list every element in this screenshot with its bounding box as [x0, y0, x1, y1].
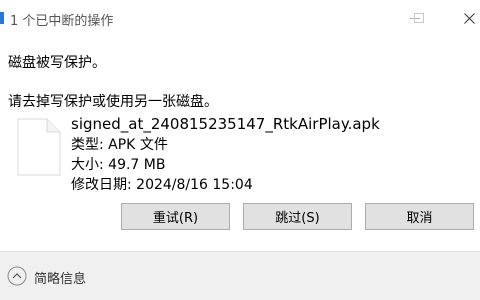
error-message: 磁盘被写保护。	[8, 55, 106, 71]
file-size: 大小: 49.7 MB	[71, 157, 166, 173]
close-icon	[463, 12, 475, 24]
footer-bar: 简略信息	[0, 251, 480, 300]
fewer-details-toggle[interactable]: 简略信息	[34, 268, 86, 287]
app-icon	[0, 10, 5, 24]
error-instruction: 请去掉写保护或使用另一张磁盘。	[8, 94, 218, 110]
skip-button[interactable]: 跳过(S)	[243, 203, 352, 230]
window-title: 1 个已中断的操作	[10, 14, 114, 29]
file-name: signed_at_240815235147_RtkAirPlay.apk	[71, 115, 380, 133]
file-modified: 修改日期: 2024/8/16 15:04	[71, 177, 253, 193]
file-type: 类型: APK 文件	[71, 137, 168, 153]
maximize-button[interactable]	[396, 0, 442, 36]
close-button[interactable]	[446, 0, 480, 36]
document-icon	[17, 118, 61, 176]
retry-button[interactable]: 重试(R)	[121, 203, 230, 230]
chevron-up-icon[interactable]	[7, 266, 27, 286]
maximize-icon	[414, 13, 424, 23]
title-bar: 1 个已中断的操作	[0, 0, 480, 36]
cancel-button[interactable]: 取消	[365, 203, 474, 230]
file-details: signed_at_240815235147_RtkAirPlay.apk 类型…	[71, 113, 380, 195]
